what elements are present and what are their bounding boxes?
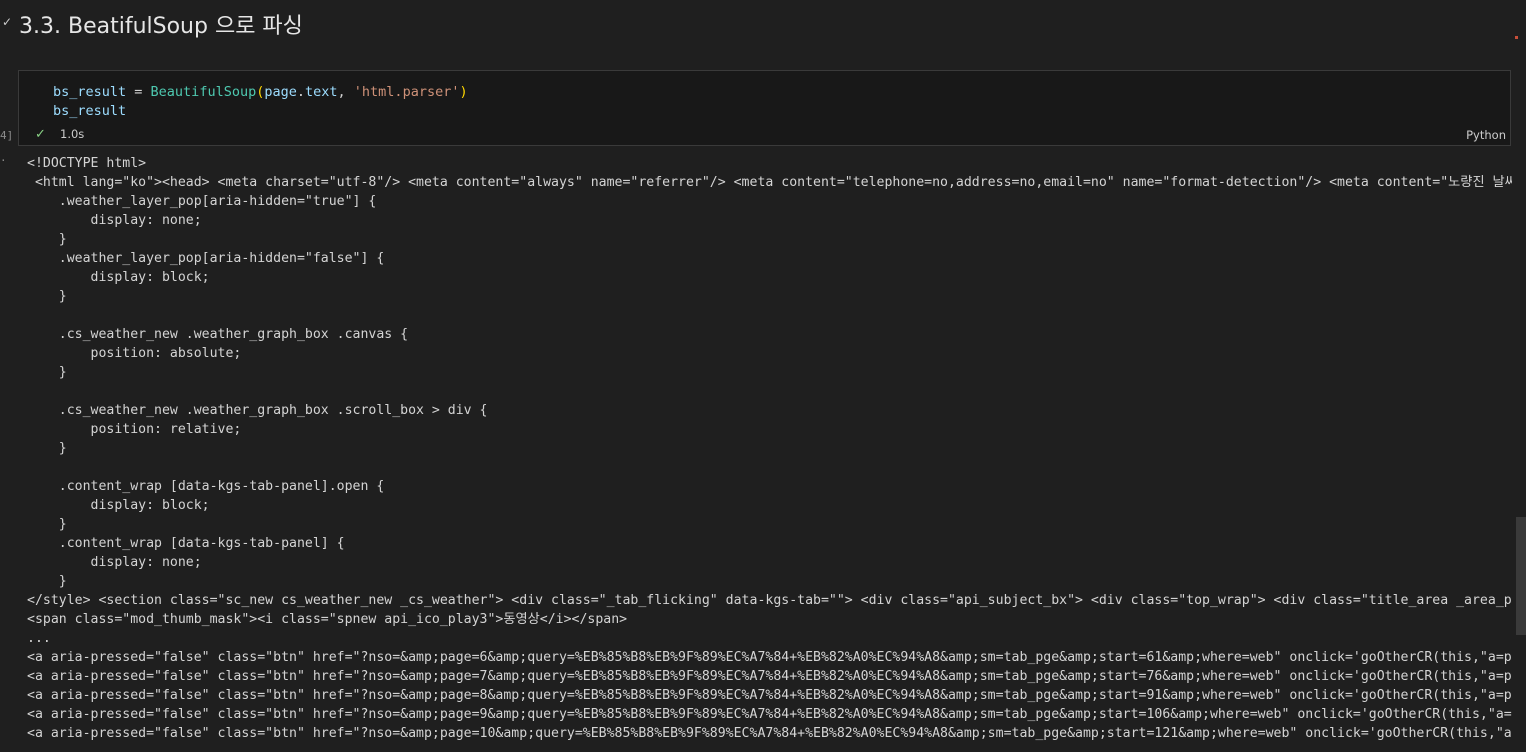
- output-line: <html lang="ko"><head> <meta charset="ut…: [27, 175, 1512, 190]
- output-line: }: [27, 441, 67, 456]
- output-line: position: absolute;: [27, 346, 242, 361]
- language-selector[interactable]: Python: [1466, 128, 1506, 142]
- execution-time: 1.0s: [60, 127, 85, 141]
- code-token: =: [126, 84, 151, 100]
- code-token: bs_result: [53, 84, 127, 100]
- output-line: position: relative;: [27, 422, 242, 437]
- output-line: <a aria-pressed="false" class="btn" href…: [27, 650, 1512, 665]
- check-icon: ✓: [35, 126, 46, 142]
- output-scrollbar-thumb[interactable]: [1516, 517, 1526, 635]
- output-line: display: block;: [27, 498, 210, 513]
- output-line: }: [27, 365, 67, 380]
- output-line: <a aria-pressed="false" class="btn" href…: [27, 707, 1512, 722]
- code-token: ,: [337, 84, 354, 100]
- code-token: .: [296, 84, 306, 100]
- output-line: .weather_layer_pop[aria-hidden="true"] {: [27, 194, 377, 209]
- output-line: ...: [27, 631, 51, 646]
- output-line: }: [27, 574, 67, 589]
- code-line: bs_result = BeautifulSoup(page.text, 'ht…: [53, 83, 468, 102]
- markdown-heading-cell: ✓ 3.3. BeatifulSoup 으로 파싱: [0, 0, 1526, 46]
- code-token: BeautifulSoup: [150, 84, 257, 100]
- output-gutter-dots-icon[interactable]: ·: [0, 154, 7, 167]
- output-line: <span class="mod_thumb_mask"><i class="s…: [27, 612, 628, 627]
- output-line: .cs_weather_new .weather_graph_box .canv…: [27, 327, 409, 342]
- output-line: .content_wrap [data-kgs-tab-panel].open …: [27, 479, 385, 494]
- output-line: display: block;: [27, 270, 210, 285]
- output-line: }: [27, 289, 67, 304]
- output-scrollbar[interactable]: [1512, 146, 1526, 752]
- code-token: ): [459, 84, 468, 100]
- cell-output: <!DOCTYPE html> <html lang="ko"><head> <…: [27, 154, 1512, 752]
- code-token: text: [305, 84, 338, 100]
- output-line: }: [27, 517, 67, 532]
- output-line: display: none;: [27, 213, 202, 228]
- section-heading-title: 3.3. BeatifulSoup 으로 파싱: [19, 14, 303, 39]
- code-token: 'html.parser': [353, 84, 460, 100]
- output-line: <a aria-pressed="false" class="btn" href…: [27, 688, 1512, 703]
- execution-count: 4]: [0, 129, 14, 142]
- output-line: .cs_weather_new .weather_graph_box .scro…: [27, 403, 488, 418]
- red-indicator-mark: [1515, 36, 1518, 39]
- output-line: display: none;: [27, 555, 202, 570]
- output-line: <a aria-pressed="false" class="btn" href…: [27, 726, 1512, 741]
- output-line: .content_wrap [data-kgs-tab-panel] {: [27, 536, 345, 551]
- output-line: </style> <section class="sc_new cs_weath…: [27, 593, 1512, 608]
- code-token: page: [264, 84, 297, 100]
- collapse-chevron-icon[interactable]: ✓: [0, 14, 14, 30]
- code-token: bs_result: [53, 103, 127, 119]
- code-cell[interactable]: bs_result = BeautifulSoup(page.text, 'ht…: [18, 70, 1511, 146]
- execution-status: ✓ 1.0s: [35, 126, 84, 142]
- code-editor[interactable]: bs_result = BeautifulSoup(page.text, 'ht…: [53, 83, 468, 121]
- output-line: <!DOCTYPE html>: [27, 156, 147, 171]
- output-line: <a aria-pressed="false" class="btn" href…: [27, 669, 1512, 684]
- output-line: .weather_layer_pop[aria-hidden="false"] …: [27, 251, 385, 266]
- output-line: }: [27, 232, 67, 247]
- code-line: bs_result: [53, 102, 468, 121]
